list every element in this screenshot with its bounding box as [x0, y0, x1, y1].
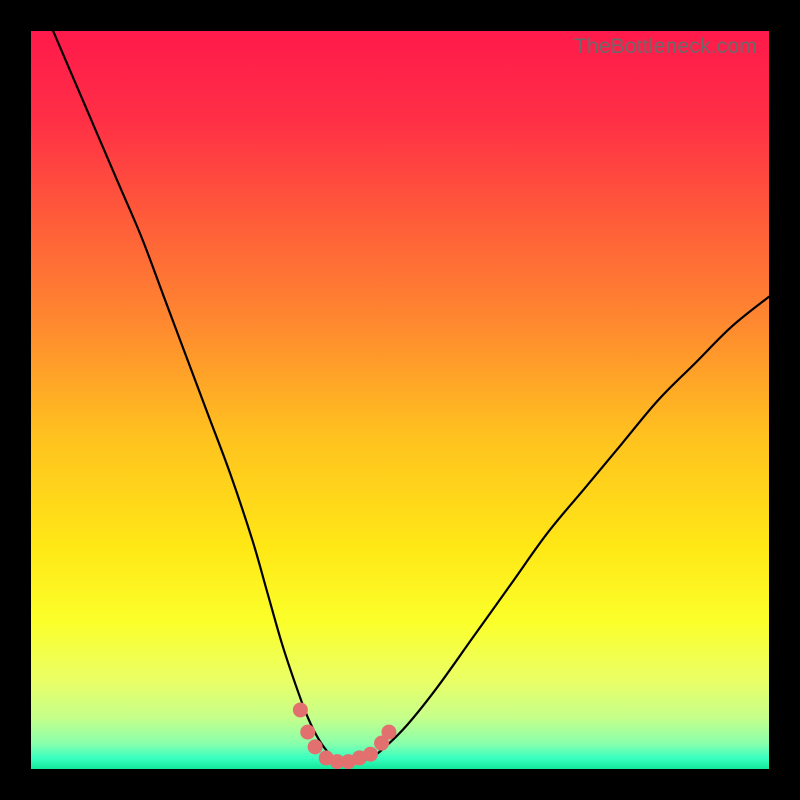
highlight-dot [381, 725, 396, 740]
highlight-dot [293, 702, 308, 717]
highlight-dot [363, 747, 378, 762]
bottleneck-curve [53, 31, 769, 762]
curve-layer [31, 31, 769, 769]
chart-frame: TheBottleneck.com [0, 0, 800, 800]
highlight-dot [308, 739, 323, 754]
plot-area: TheBottleneck.com [31, 31, 769, 769]
watermark-text: TheBottleneck.com [574, 35, 757, 59]
highlight-dots [293, 702, 397, 769]
highlight-dot [300, 725, 315, 740]
